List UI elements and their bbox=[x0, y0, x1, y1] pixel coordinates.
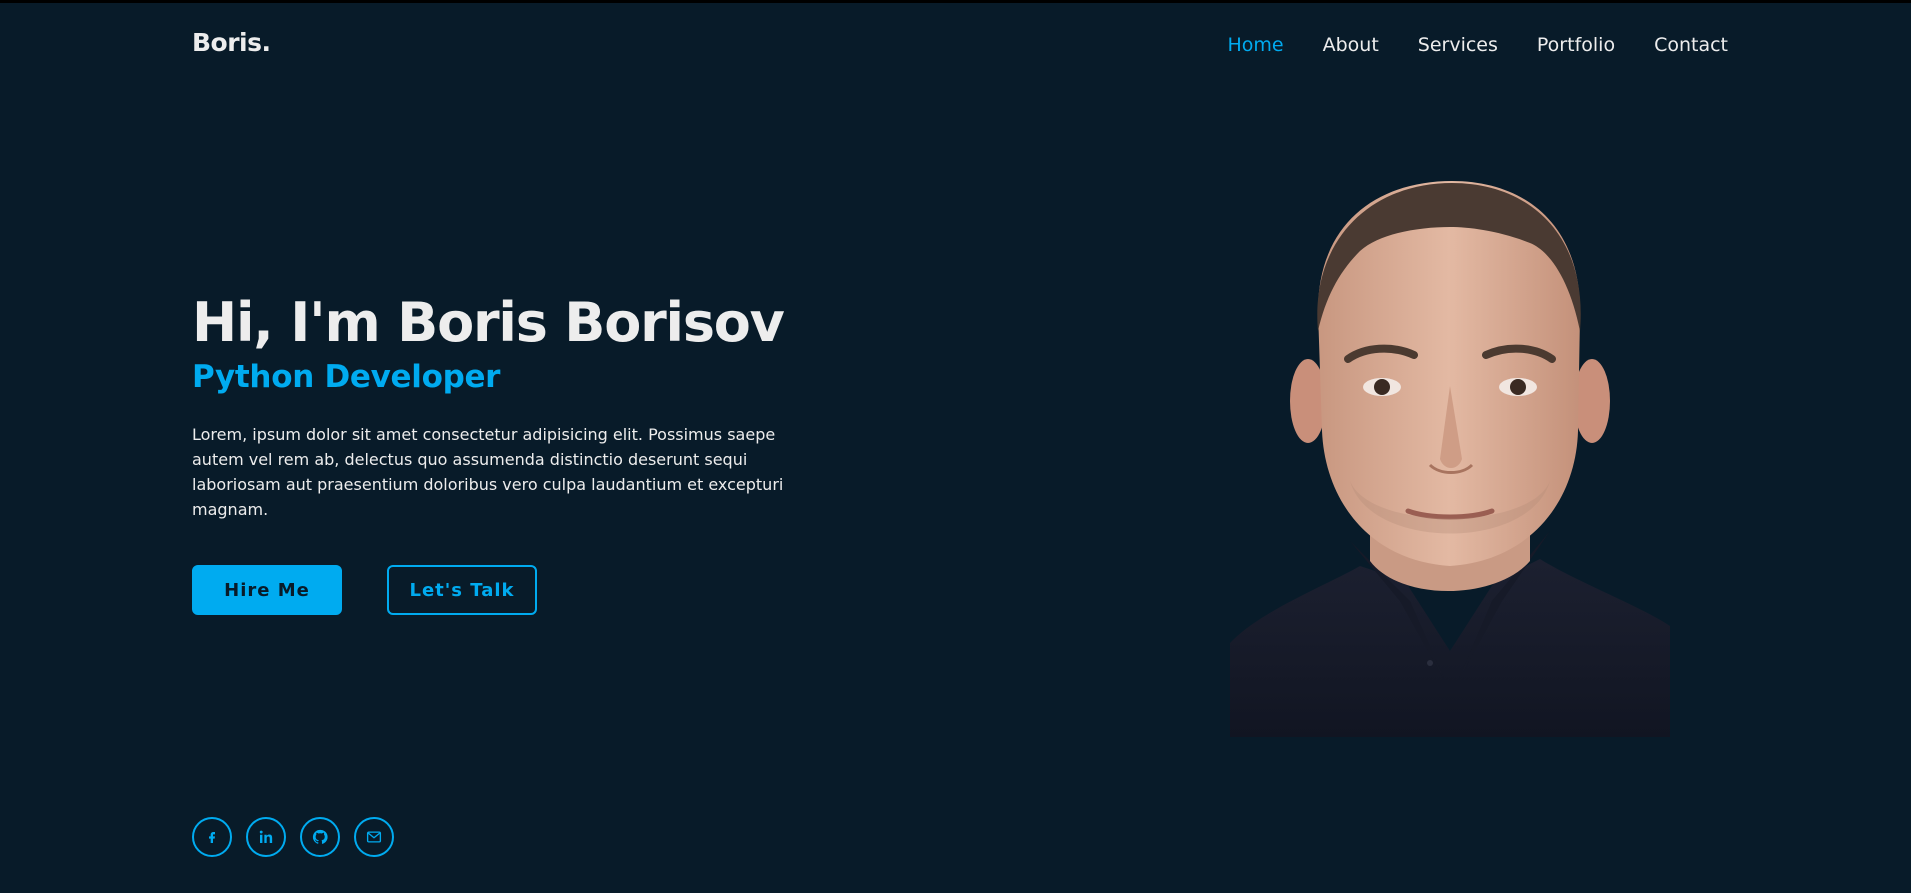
linkedin-icon bbox=[259, 830, 273, 843]
nav-services[interactable]: Services bbox=[1418, 34, 1498, 56]
hero-text: Hi, I'm Boris Borisov Python Developer L… bbox=[192, 289, 812, 522]
social-links bbox=[192, 817, 394, 857]
github-link[interactable] bbox=[300, 817, 340, 857]
hero-description: Lorem, ipsum dolor sit amet consectetur … bbox=[192, 425, 784, 519]
hero-subtitle: Python Developer bbox=[192, 359, 501, 395]
nav-contact[interactable]: Contact bbox=[1654, 34, 1728, 56]
nav-about[interactable]: About bbox=[1323, 34, 1379, 56]
portrait-illustration bbox=[1230, 181, 1670, 737]
mail-link[interactable] bbox=[354, 817, 394, 857]
hero-buttons: Hire Me Let's Talk bbox=[192, 565, 537, 615]
facebook-icon bbox=[209, 832, 215, 843]
site-header: Boris. Home About Services Portfolio Con… bbox=[0, 3, 1911, 83]
github-icon bbox=[312, 829, 328, 844]
facebook-link[interactable] bbox=[192, 817, 232, 857]
main-nav: Home About Services Portfolio Contact bbox=[1227, 34, 1728, 56]
mail-icon bbox=[366, 831, 382, 843]
page: Boris. Home About Services Portfolio Con… bbox=[0, 0, 1911, 893]
linkedin-link[interactable] bbox=[246, 817, 286, 857]
logo[interactable]: Boris. bbox=[192, 28, 271, 57]
hero-title: Hi, I'm Boris Borisov bbox=[192, 291, 785, 354]
hire-me-button[interactable]: Hire Me bbox=[192, 565, 342, 615]
nav-portfolio[interactable]: Portfolio bbox=[1537, 34, 1615, 56]
profile-photo bbox=[1230, 181, 1670, 737]
lets-talk-button[interactable]: Let's Talk bbox=[387, 565, 537, 615]
nav-home[interactable]: Home bbox=[1227, 34, 1283, 56]
